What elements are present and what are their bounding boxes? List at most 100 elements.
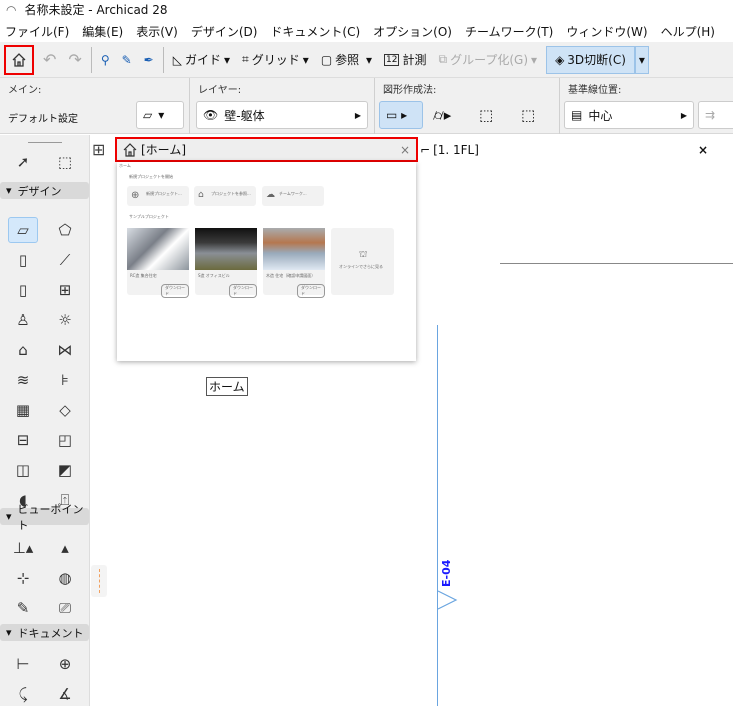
geometry-curved-button[interactable]: ⌭▸: [433, 106, 451, 124]
worksheet-tool-icon[interactable]: ◍: [50, 565, 80, 591]
archicad-logo-icon: ◠: [6, 2, 17, 17]
elevation-marker-label[interactable]: E-04: [440, 560, 453, 587]
toolbox-design-header[interactable]: ▾ デザイン: [0, 182, 89, 199]
slab-tool-icon[interactable]: ⬠: [50, 217, 80, 243]
preview-card-browse: ⌂ プロジェクトを参照...: [194, 186, 256, 206]
elevation-tool-icon[interactable]: ▴: [50, 535, 80, 561]
interior-elevation-tool-icon[interactable]: ⊹: [8, 565, 38, 591]
measure-button[interactable]: 12 計測: [381, 46, 429, 74]
redo-button[interactable]: ↷: [65, 46, 84, 74]
radial-dimension-tool-icon[interactable]: ⤹: [8, 681, 38, 707]
window-tool-icon[interactable]: ⊞: [50, 277, 80, 303]
menu-edit[interactable]: 編集(E): [82, 23, 123, 40]
home-button[interactable]: [4, 44, 34, 75]
reference-icon: ▢: [320, 52, 333, 67]
refline-value: 中心: [588, 108, 613, 123]
download-button: ダウンロード: [161, 284, 189, 298]
preview-card-new: ⊕ 新規プロジェクト...: [127, 186, 189, 206]
dimension-tool-icon[interactable]: ⊢: [8, 651, 38, 677]
door-tool-icon[interactable]: ▯: [8, 277, 38, 303]
menu-view[interactable]: 表示(V): [136, 23, 178, 40]
preview-sample-card: 木造 住宅（確認申請図面） ダウンロード: [263, 228, 325, 298]
object-tool-icon[interactable]: ♙: [8, 307, 38, 333]
close-tab-icon[interactable]: ×: [698, 143, 708, 157]
find-select-icon[interactable]: ⚲: [98, 46, 113, 74]
3d-cut-label: 3D切断(C): [567, 53, 626, 67]
arrow-tool-icon[interactable]: ➚: [8, 149, 38, 175]
info-refline-section: 基準線位置: ▤ 中心 ▶ ⇉: [560, 78, 733, 134]
3d-cut-dropdown[interactable]: ▾: [634, 45, 649, 74]
tab-floor-plan[interactable]: ⌐ [1. 1FL]: [420, 143, 479, 157]
refline-select[interactable]: ▤ 中心 ▶: [564, 101, 694, 129]
tab-home[interactable]: [ホーム] ×: [115, 137, 418, 162]
layer-select[interactable]: 👁︎ 壁-躯体 ▶: [196, 101, 368, 129]
elevation-marker-icon[interactable]: [437, 590, 459, 612]
toolbox-grip[interactable]: [28, 142, 62, 143]
window-title: 名称未設定 - Archicad 28: [24, 3, 168, 17]
undo-button[interactable]: ↶: [40, 46, 59, 74]
card-title: 新規プロジェクト...: [146, 191, 182, 196]
preview-card-teamwork: ☁ チームワーク...: [262, 186, 324, 206]
marquee-tool-icon[interactable]: ⬚: [50, 149, 80, 175]
home-view-label: ホーム: [206, 377, 248, 396]
3d-cut-button[interactable]: ◈ 3D切断(C): [546, 45, 635, 74]
zone2-tool-icon[interactable]: ⍐: [50, 487, 80, 513]
menu-options[interactable]: オプション(O): [373, 23, 452, 40]
morph-tool-icon[interactable]: ◇: [50, 397, 80, 423]
card-title: チームワーク...: [279, 191, 307, 196]
home-icon: [12, 52, 26, 67]
guide-button[interactable]: ◺ ガイド ▾: [170, 46, 233, 74]
skylight-tool-icon[interactable]: ◫: [8, 457, 38, 483]
toolbox-document-header[interactable]: ▾ ドキュメント: [0, 624, 89, 641]
3d-cut-icon: ◈: [555, 52, 565, 67]
geometry-straight-button[interactable]: ▭ ▸: [379, 101, 423, 129]
camera-tool-icon[interactable]: ⎚: [50, 595, 80, 621]
opening-tool-icon[interactable]: ◩: [50, 457, 80, 483]
close-icon[interactable]: ×: [400, 143, 410, 157]
grid-button[interactable]: ⌗ グリッド ▾: [239, 46, 312, 74]
menu-window[interactable]: ウィンドウ(W): [566, 23, 647, 40]
preview-sample-card: S造 オフィスビル ダウンロード: [195, 228, 257, 298]
level-dimension-tool-icon[interactable]: ⊕: [50, 651, 80, 677]
panel-resize-handle[interactable]: [91, 565, 107, 597]
menu-teamwork[interactable]: チームワーク(T): [465, 23, 553, 40]
home-preview-popup[interactable]: ホーム 新規プロジェクトを開始 ⊕ 新規プロジェクト... ⌂ プロジェクトを参照.…: [117, 162, 416, 361]
roof-tool-icon[interactable]: ⌂: [8, 337, 38, 363]
info-main-section: メイン: デフォルト設定 ▱ ▾: [0, 78, 190, 134]
flip-refline-button[interactable]: ⇉: [698, 101, 733, 129]
curtain-wall-tool-icon[interactable]: ▦: [8, 397, 38, 423]
shell-tool-icon[interactable]: ⋈: [50, 337, 80, 363]
menu-document[interactable]: ドキュメント(C): [270, 23, 360, 40]
info-layer-section: レイヤー: 👁︎ 壁-躯体 ▶: [190, 78, 375, 134]
home-icon: [123, 142, 137, 157]
lamp-tool-icon[interactable]: ☼: [50, 307, 80, 333]
angle-dimension-tool-icon[interactable]: ∡: [50, 681, 80, 707]
info-geometry-section: 図形作成法: ▭ ▸ ⌭▸ ⬚ ⬚: [375, 78, 560, 134]
wall-tool-icon[interactable]: ▱: [8, 217, 38, 243]
sample-thumbnail: [127, 228, 189, 270]
menu-help[interactable]: ヘルプ(H): [661, 23, 715, 40]
tab-list-icon[interactable]: ⊞: [92, 140, 105, 159]
zone-tool-icon[interactable]: ◰: [50, 427, 80, 453]
stair-tool-icon[interactable]: ≋: [8, 367, 38, 393]
reference-button[interactable]: ▢ 参照 ▾: [318, 46, 375, 74]
group-button[interactable]: ⧉ グループ化(G) ▾: [436, 46, 541, 74]
geometry-label: 図形作成法:: [383, 85, 437, 96]
sample-thumbnail: [195, 228, 257, 270]
menu-design[interactable]: デザイン(D): [191, 23, 258, 40]
syringe-icon[interactable]: ✒: [141, 46, 157, 74]
menu-file[interactable]: ファイル(F): [5, 23, 69, 40]
refline-label: 基準線位置:: [568, 85, 622, 96]
shell2-tool-icon[interactable]: ◖: [8, 487, 38, 513]
column-tool-icon[interactable]: ▯: [8, 247, 38, 273]
mesh-tool-icon[interactable]: ⊟: [8, 427, 38, 453]
geometry-trapezoid-button[interactable]: ⬚: [479, 106, 493, 124]
wall-settings-button[interactable]: ▱ ▾: [136, 101, 184, 129]
online-icon: ⛫: [359, 250, 368, 260]
eyedropper-icon[interactable]: ✎: [119, 46, 135, 74]
railing-tool-icon[interactable]: ⊧: [50, 367, 80, 393]
section-tool-icon[interactable]: ⊥▴: [8, 535, 38, 561]
detail-tool-icon[interactable]: ✎: [8, 595, 38, 621]
geometry-polygon-button[interactable]: ⬚: [521, 106, 535, 124]
beam-tool-icon[interactable]: ⟋: [50, 247, 80, 273]
